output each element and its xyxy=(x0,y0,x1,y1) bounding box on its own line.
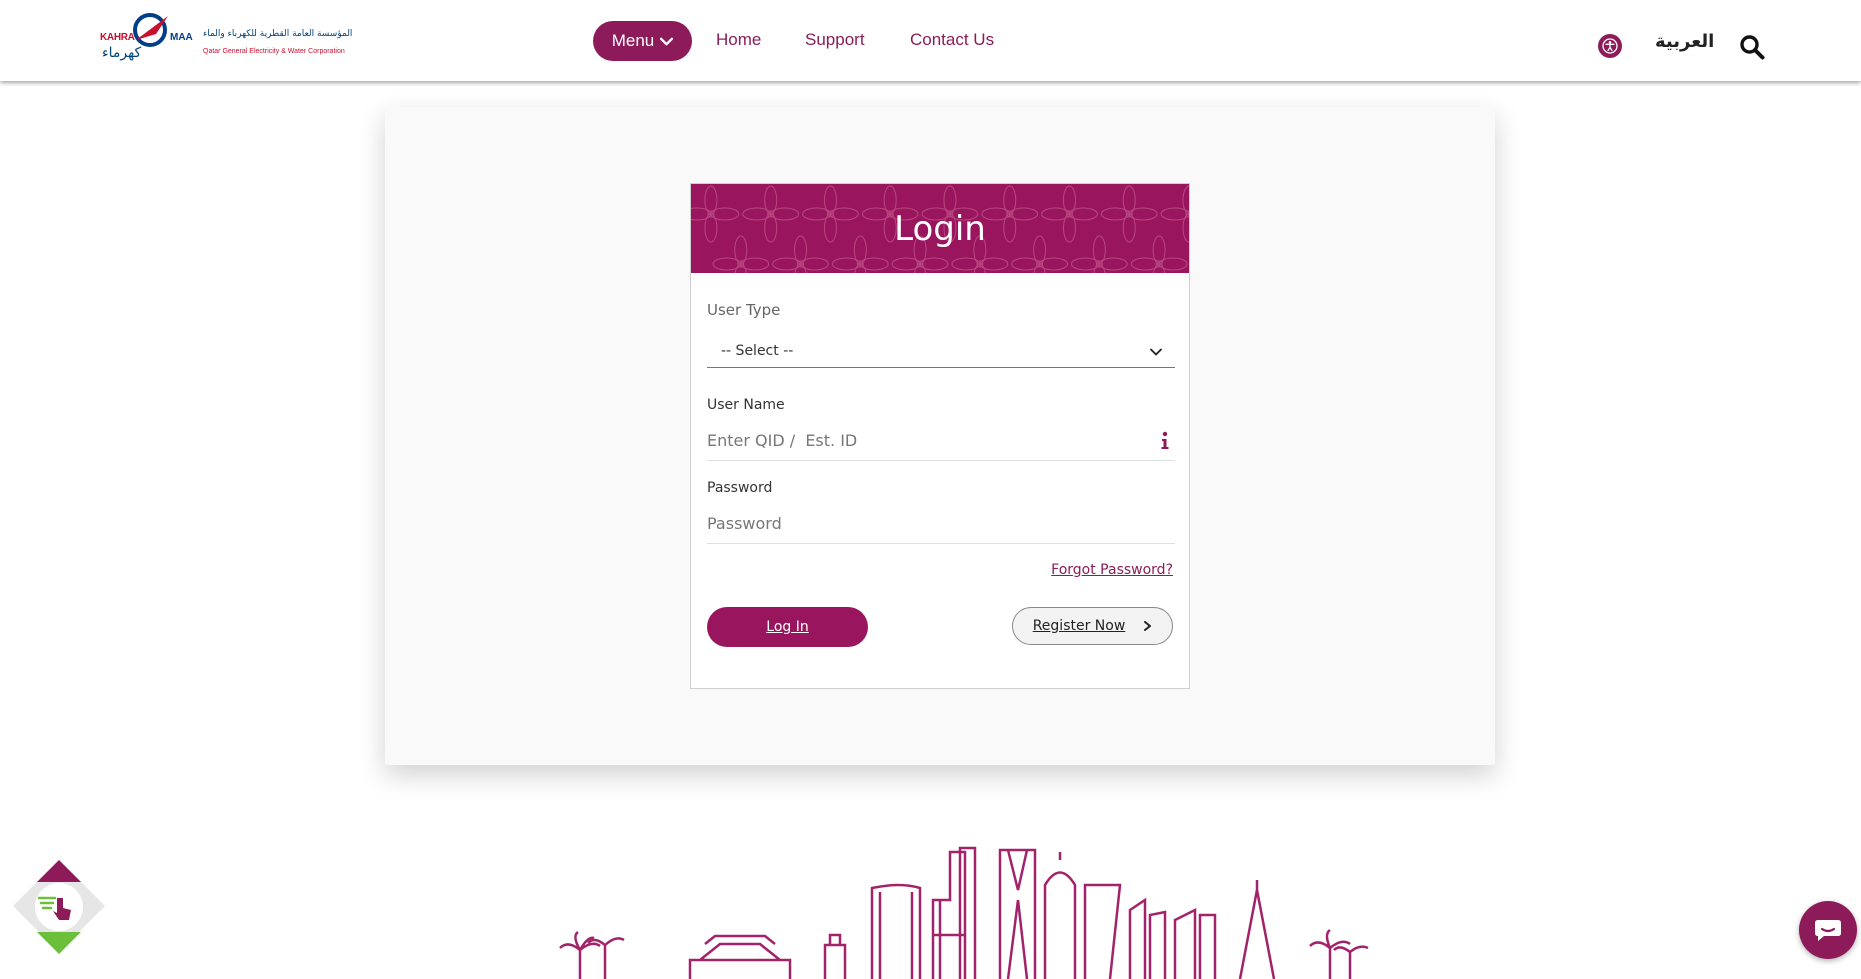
login-card: Login User Type -- Select -- User Name P… xyxy=(690,183,1190,689)
kahramaa-logo[interactable]: KAHRA MAA المؤسسة العامة القطرية للكهربا… xyxy=(100,10,353,64)
logo-latin-right: MAA xyxy=(170,32,193,43)
language-switch-arabic[interactable]: العربية xyxy=(1655,31,1714,52)
chevron-down-icon xyxy=(660,37,674,45)
user-type-select[interactable]: -- Select -- xyxy=(707,335,1175,368)
password-input[interactable] xyxy=(707,504,1175,544)
password-label: Password xyxy=(707,480,773,496)
doha-skyline-illustration xyxy=(559,846,1369,979)
search-icon[interactable] xyxy=(1739,34,1765,60)
logo-english-name: Qatar General Electricity & Water Corpor… xyxy=(203,48,345,55)
info-icon[interactable] xyxy=(1159,431,1171,451)
login-button[interactable]: Log In xyxy=(707,607,868,647)
logo-arabic-wordmark: كهرماء xyxy=(102,45,142,61)
forgot-password-link[interactable]: Forgot Password? xyxy=(1051,562,1173,578)
accessibility-tools-widget[interactable] xyxy=(7,858,111,960)
menu-button[interactable]: Menu xyxy=(593,21,692,61)
nav-home[interactable]: Home xyxy=(716,30,761,50)
login-title: Login xyxy=(894,208,986,249)
chat-button[interactable] xyxy=(1799,901,1857,959)
chevron-down-icon xyxy=(1150,348,1162,356)
logo-emblem-icon xyxy=(133,13,168,47)
nav-support[interactable]: Support xyxy=(805,30,865,50)
login-card-header: Login xyxy=(691,184,1189,273)
logo-arabic-name: المؤسسة العامة القطرية للكهرباء والماء xyxy=(203,29,353,39)
nav-contact-us[interactable]: Contact Us xyxy=(910,30,994,50)
register-now-label: Register Now xyxy=(1032,618,1126,634)
menu-button-label: Menu xyxy=(611,31,655,50)
username-label: User Name xyxy=(707,397,785,413)
chevron-right-icon xyxy=(1144,621,1152,631)
register-now-button[interactable]: Register Now xyxy=(1012,607,1173,645)
accessibility-icon[interactable] xyxy=(1598,34,1622,58)
logo-latin-left: KAHRA xyxy=(100,32,135,43)
user-type-selected-value: -- Select -- xyxy=(721,343,794,359)
site-header: KAHRA MAA المؤسسة العامة القطرية للكهربا… xyxy=(0,0,1861,81)
chat-icon xyxy=(1815,920,1841,941)
user-type-label: User Type xyxy=(707,301,781,319)
username-input[interactable] xyxy=(707,421,1175,461)
